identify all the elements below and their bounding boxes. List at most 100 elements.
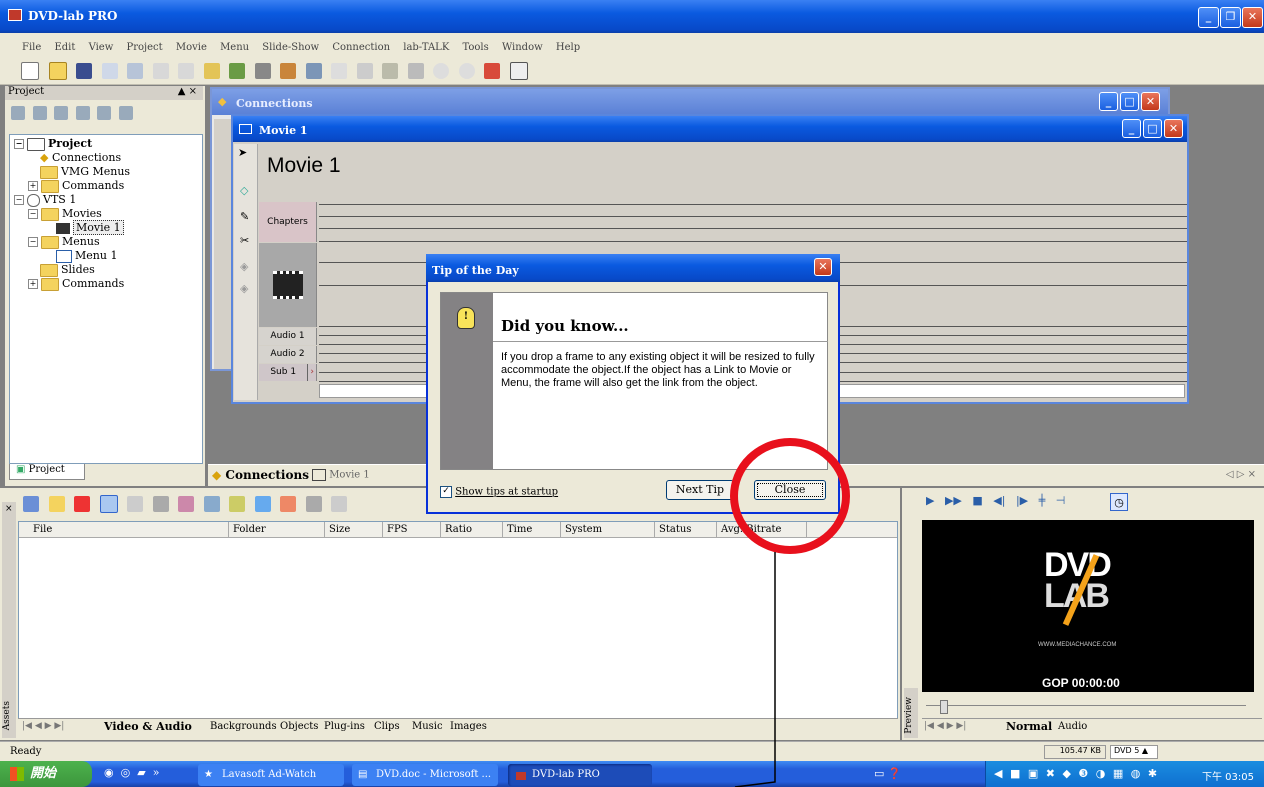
more-icon[interactable]: »: [153, 766, 160, 779]
pointer-icon[interactable]: [331, 63, 347, 79]
play-icon[interactable]: ▶: [926, 494, 934, 507]
prev-frame-icon[interactable]: ◀|: [993, 494, 1005, 507]
mux-icon[interactable]: [229, 496, 245, 512]
grid-icon[interactable]: [331, 496, 347, 512]
tab-images[interactable]: Images: [450, 721, 487, 732]
media-icon[interactable]: ◎: [121, 766, 131, 779]
fast-forward-icon[interactable]: ▶▶: [945, 494, 962, 507]
keyboard-icon[interactable]: ▭ ❓: [874, 767, 902, 780]
tab-clips[interactable]: Clips: [374, 721, 400, 732]
connections-maximize-icon[interactable]: □: [1120, 92, 1139, 111]
restore-icon[interactable]: ❐: [1220, 7, 1241, 28]
tree-item-vts1[interactable]: − VTS 1: [14, 193, 76, 207]
browse-icon[interactable]: [23, 496, 39, 512]
col-system[interactable]: System: [561, 522, 655, 538]
tree-item-movie1[interactable]: Movie 1: [56, 220, 124, 235]
start-button[interactable]: 開始: [0, 761, 92, 787]
tray-icons[interactable]: ◀ ■ ▣ ✖ ◆ ❸ ◑ ▦ ◍ ✱: [994, 767, 1159, 780]
show-tips-checkbox[interactable]: ✓ Show tips at startup: [440, 486, 558, 498]
tab-video-audio[interactable]: Video & Audio: [104, 720, 192, 733]
tab-music[interactable]: Music: [412, 721, 443, 732]
connections-minimize-icon[interactable]: _: [1099, 92, 1118, 111]
col-fps[interactable]: FPS: [383, 522, 441, 538]
movie-maximize-icon[interactable]: □: [1143, 119, 1162, 138]
menu-edit[interactable]: Edit: [54, 42, 75, 53]
tree-item-menus[interactable]: − Menus: [28, 235, 100, 249]
pointer-tool-icon[interactable]: ➤: [238, 146, 247, 159]
open-icon[interactable]: [48, 62, 67, 80]
tip-close-icon[interactable]: ✕: [814, 258, 832, 276]
next-tip-button[interactable]: Next Tip: [666, 480, 734, 500]
cut-tool-icon[interactable]: ✂: [240, 234, 249, 247]
tab-audio[interactable]: Audio: [1058, 721, 1087, 732]
delete-icon[interactable]: [74, 496, 90, 512]
col-size[interactable]: Size: [325, 522, 383, 538]
dvd-icon[interactable]: [382, 63, 398, 79]
minimize-icon[interactable]: _: [1198, 7, 1219, 28]
menu-slide-show[interactable]: Slide-Show: [262, 42, 319, 53]
image-icon[interactable]: [254, 496, 271, 512]
zoom-in-icon[interactable]: [433, 63, 449, 79]
tab-connections[interactable]: ◆ Connections: [212, 468, 309, 482]
dvd-size-select[interactable]: DVD 5 ▲: [1110, 745, 1158, 759]
movie-minimize-icon[interactable]: _: [1122, 119, 1141, 138]
vts-settings-icon[interactable]: [118, 106, 133, 120]
tab-plug-ins[interactable]: Plug-ins: [324, 721, 365, 732]
add-slide-icon[interactable]: [54, 106, 68, 120]
close-button[interactable]: Close: [754, 480, 826, 500]
connections-close-icon[interactable]: ✕: [1141, 92, 1160, 111]
col-time[interactable]: Time: [503, 522, 561, 538]
menu-project[interactable]: Project: [126, 42, 162, 53]
move-tool-icon[interactable]: ◈: [240, 260, 248, 273]
mark-out-icon[interactable]: ⊣: [1056, 494, 1066, 507]
marker-tool-icon[interactable]: ◈: [240, 282, 248, 295]
tree-item-vmg-menus[interactable]: VMG Menus: [40, 165, 130, 179]
taskbar-item-dvdlab[interactable]: DVD-lab PRO: [508, 764, 652, 786]
tree-item-movies[interactable]: − Movies: [28, 207, 102, 221]
clock[interactable]: 下午 03:05: [1202, 768, 1254, 783]
menu-file[interactable]: File: [22, 42, 41, 53]
clock-icon[interactable]: ◷: [1110, 493, 1128, 511]
add-menu-icon[interactable]: [32, 106, 47, 120]
tree-item-connections[interactable]: ◆ Connections: [40, 151, 121, 164]
add-movie-icon[interactable]: [11, 106, 25, 120]
tab-nav-icon[interactable]: |◀ ◀ ▶ ▶|: [22, 721, 64, 731]
tab-normal[interactable]: Normal: [1006, 720, 1052, 733]
stop-icon[interactable]: ■: [972, 494, 982, 507]
paste-icon[interactable]: [127, 63, 143, 79]
tree-item-commands-2[interactable]: + Commands: [28, 277, 124, 291]
split-icon[interactable]: [280, 496, 296, 512]
project-bottom-tab[interactable]: ▣ Project: [9, 464, 85, 480]
tab-objects[interactable]: Objects: [280, 721, 318, 732]
connections-icon[interactable]: [203, 63, 220, 79]
mark-in-icon[interactable]: ╪: [1039, 494, 1046, 507]
preview-slider[interactable]: [926, 700, 1254, 714]
col-folder[interactable]: Folder: [229, 522, 325, 538]
menu-connection[interactable]: Connection: [332, 42, 390, 53]
redo-icon[interactable]: [178, 63, 194, 79]
add-vts-icon[interactable]: [75, 106, 90, 120]
menu-help[interactable]: Help: [556, 42, 580, 53]
col-avg-bitrate[interactable]: Avg. Bitrate: [717, 522, 807, 538]
pencil-tool-icon[interactable]: ✎: [240, 210, 249, 223]
movie-close-icon[interactable]: ✕: [1164, 119, 1183, 138]
add-chapter-icon[interactable]: ◇: [240, 184, 248, 197]
col-status[interactable]: Status: [655, 522, 717, 538]
chart-icon[interactable]: [305, 63, 322, 79]
export-icon[interactable]: [407, 63, 424, 79]
copy-icon[interactable]: [101, 63, 118, 79]
folder-icon[interactable]: ▰: [137, 766, 145, 779]
tree-item-menu1[interactable]: Menu 1: [56, 249, 117, 263]
close-icon[interactable]: ✕: [1242, 7, 1263, 28]
taskbar-item-word[interactable]: ▤ DVD.doc - Microsoft ...: [352, 764, 498, 786]
preview-icon[interactable]: [305, 496, 322, 512]
undo-icon[interactable]: [152, 63, 169, 79]
help-icon[interactable]: [509, 62, 528, 80]
zoom-fit-icon[interactable]: [356, 63, 373, 79]
audio-tools-icon[interactable]: [178, 496, 194, 512]
tree-item-project[interactable]: − Project: [14, 137, 92, 151]
sort-icon[interactable]: [127, 496, 143, 512]
view-icon[interactable]: [99, 495, 118, 513]
preview-tab-nav-icon[interactable]: |◀ ◀ ▶ ▶|: [924, 721, 966, 731]
panel-close-icon[interactable]: ▲ ×: [178, 86, 197, 97]
